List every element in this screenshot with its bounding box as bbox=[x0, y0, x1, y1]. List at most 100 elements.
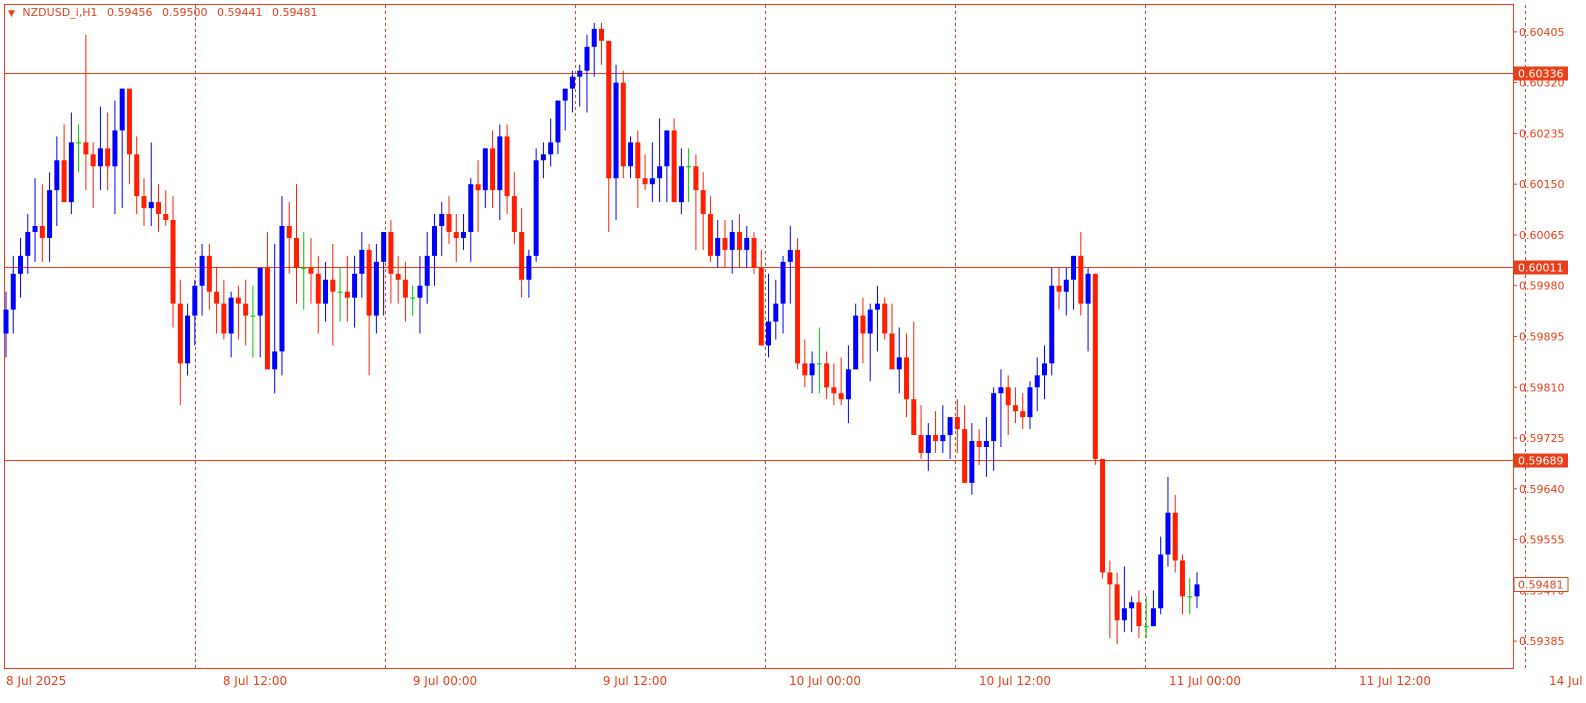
candle-body bbox=[758, 267, 764, 346]
candle-body bbox=[468, 184, 474, 232]
candle-body bbox=[591, 28, 597, 47]
candle-body bbox=[962, 429, 968, 483]
candle-body bbox=[519, 231, 525, 280]
candle bbox=[1100, 458, 1106, 579]
time-axis[interactable]: 8 Jul 2025 8 Jul 12:00 9 Jul 00:00 9 Jul 12… bbox=[6, 674, 1586, 688]
candle-body bbox=[1063, 279, 1069, 292]
candle-body bbox=[577, 70, 583, 77]
candle-body bbox=[431, 226, 437, 256]
candle-body bbox=[112, 130, 118, 167]
candle-body bbox=[533, 160, 539, 256]
price-tick-label: 0.60235 bbox=[1519, 127, 1565, 140]
time-tick-label: 10 Jul 12:00 bbox=[979, 674, 1051, 688]
candle-body bbox=[170, 220, 176, 304]
candle-body bbox=[1092, 273, 1098, 459]
candle-body bbox=[388, 231, 394, 274]
candle-body bbox=[272, 351, 278, 370]
candle-body bbox=[628, 142, 634, 167]
candle-body bbox=[845, 369, 851, 400]
price-tick-label: 0.60405 bbox=[1519, 26, 1565, 39]
candle-body bbox=[526, 255, 532, 280]
candle-body bbox=[185, 315, 191, 364]
candle-body bbox=[475, 184, 481, 191]
candle-body bbox=[918, 435, 924, 453]
candle-body bbox=[264, 267, 270, 370]
candle-body bbox=[867, 309, 873, 334]
candle-body bbox=[293, 237, 299, 268]
candle-body bbox=[330, 279, 336, 292]
candle-body bbox=[1114, 584, 1120, 621]
candle-body bbox=[192, 285, 198, 316]
candle-body bbox=[68, 142, 74, 203]
candle-body bbox=[700, 190, 706, 215]
candle-body bbox=[25, 231, 31, 256]
current-price-label: 0.59481 bbox=[1518, 579, 1564, 592]
candle-body bbox=[126, 88, 132, 155]
candle-body bbox=[831, 387, 837, 394]
candle-body bbox=[896, 357, 902, 370]
price-tick-label: 0.59555 bbox=[1519, 534, 1565, 547]
candle-body bbox=[279, 226, 285, 352]
candle-body bbox=[998, 387, 1004, 394]
time-tick-label: 11 Jul 12:00 bbox=[1359, 674, 1431, 688]
symbol-name: NZDUSD_i,H1 bbox=[22, 6, 98, 19]
candle-body bbox=[286, 226, 292, 238]
price-chart[interactable]: 0.604050.603200.602350.601500.600650.599… bbox=[0, 0, 1586, 703]
candle-body bbox=[540, 154, 546, 161]
candle-body bbox=[344, 291, 350, 298]
hline-price-label: 0.59689 bbox=[1518, 455, 1564, 468]
candle-body bbox=[1150, 608, 1156, 627]
price-axis[interactable]: 0.604050.603200.602350.601500.600650.599… bbox=[1513, 26, 1569, 648]
candle-body bbox=[373, 261, 379, 316]
candle-body bbox=[693, 166, 699, 191]
candle-body bbox=[1136, 602, 1142, 627]
candle-body bbox=[802, 363, 808, 376]
candle-body bbox=[323, 279, 329, 304]
candle-body bbox=[613, 82, 619, 179]
candle-body bbox=[1078, 255, 1084, 304]
candle-body bbox=[940, 435, 946, 442]
candle-body bbox=[947, 417, 953, 436]
candle-body bbox=[315, 273, 321, 304]
candle bbox=[751, 231, 757, 274]
candle bbox=[1092, 273, 1098, 465]
candle-body bbox=[1027, 387, 1033, 418]
candle-body bbox=[148, 202, 154, 209]
candle-body bbox=[744, 237, 750, 250]
candle-body bbox=[969, 441, 975, 483]
candle-body bbox=[47, 190, 53, 238]
candle-body bbox=[54, 160, 60, 191]
candle-body bbox=[1194, 584, 1200, 597]
candle-body bbox=[707, 214, 713, 256]
candle-body bbox=[163, 214, 169, 221]
candle-body bbox=[10, 273, 16, 310]
candle-body bbox=[976, 441, 982, 447]
candle-body bbox=[308, 267, 314, 274]
candle-body bbox=[736, 231, 742, 250]
candle-body bbox=[787, 249, 793, 262]
candle-body bbox=[3, 309, 9, 334]
candle-body bbox=[678, 166, 684, 203]
candle-body bbox=[61, 160, 67, 203]
candle-body bbox=[1107, 572, 1113, 585]
time-tick-label: 8 Jul 12:00 bbox=[223, 674, 287, 688]
candle-body bbox=[32, 226, 38, 232]
candle-body bbox=[1129, 602, 1135, 609]
candle-body bbox=[1143, 626, 1149, 628]
candle-body bbox=[395, 273, 401, 280]
ohlc-low: 0.59441 bbox=[216, 6, 263, 19]
candle-body bbox=[1172, 512, 1178, 561]
candle-body bbox=[911, 399, 917, 436]
price-tick-label: 0.59980 bbox=[1519, 280, 1565, 293]
price-tick-label: 0.59640 bbox=[1519, 483, 1565, 496]
candle-body bbox=[599, 28, 604, 41]
candle-body bbox=[664, 130, 670, 167]
candle-body bbox=[824, 363, 830, 388]
candle-body bbox=[1071, 255, 1077, 280]
candle-body bbox=[18, 255, 24, 274]
dropdown-triangle-icon[interactable]: ▼ bbox=[8, 9, 15, 19]
candle-body bbox=[649, 178, 655, 185]
candle-body bbox=[1049, 285, 1055, 364]
candle-body bbox=[250, 315, 256, 317]
candle-body bbox=[156, 202, 162, 215]
